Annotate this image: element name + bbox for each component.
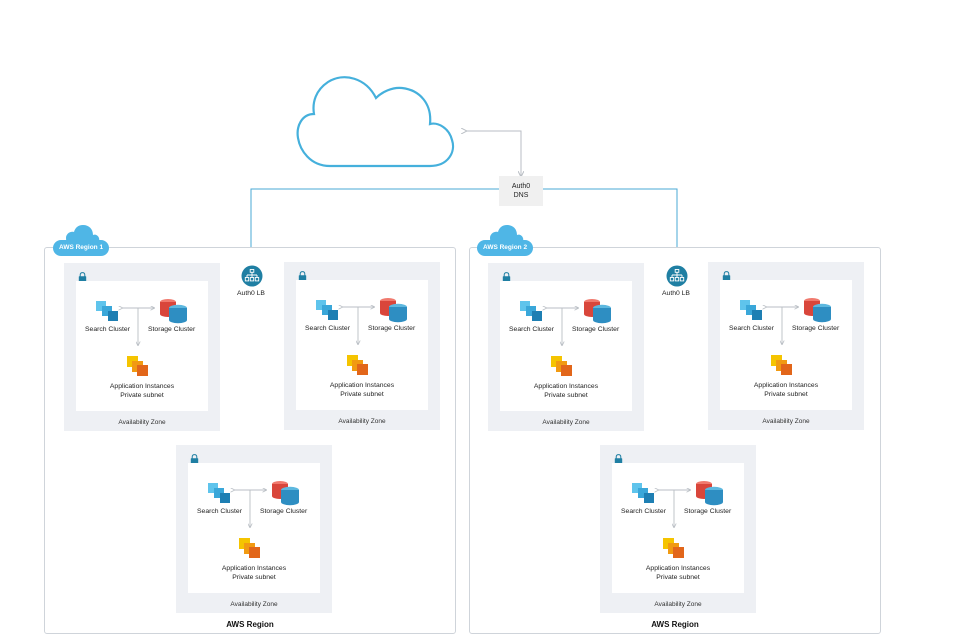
availability-zone: Search Cluster Storage Cluster Applicati… (284, 262, 440, 430)
application-instances-label: Application Instances (753, 382, 819, 389)
lb-label: Auth0 LB (237, 290, 265, 297)
availability-zone: Search Cluster Storage Cluster Applicati… (708, 262, 864, 430)
region-footer-label: AWS Region (651, 620, 699, 629)
lb-label: Auth0 LB (662, 290, 690, 297)
search-cluster-label: Search Cluster (197, 508, 242, 515)
private-subnet-panel: Search Cluster Storage Cluster Applicati… (612, 463, 744, 593)
dns-label-line2: DNS (513, 192, 529, 199)
search-cluster-icon (316, 300, 338, 320)
private-subnet-panel: Search Cluster Storage Cluster Applicati… (500, 281, 632, 411)
storage-cluster-icon (584, 299, 611, 324)
availability-zone: Search Cluster Storage Cluster Applicati… (176, 445, 332, 613)
availability-zone-label: Availability Zone (338, 418, 386, 425)
availability-zone: Search Cluster Storage Cluster Applicati… (64, 263, 220, 431)
storage-cluster-icon (160, 299, 187, 324)
search-cluster-icon (208, 483, 230, 503)
private-subnet-label: Private subnet (340, 391, 384, 398)
search-cluster-icon (740, 300, 762, 320)
private-subnet-label: Private subnet (544, 392, 588, 399)
search-cluster-label: Search Cluster (729, 325, 774, 332)
application-instances-label: Application Instances (109, 383, 175, 390)
search-cluster-icon (520, 301, 542, 321)
storage-cluster-icon (272, 481, 299, 506)
search-cluster-label: Search Cluster (305, 325, 350, 332)
availability-zone-label: Availability Zone (230, 601, 278, 608)
application-instances-label: Application Instances (533, 383, 599, 390)
private-subnet-label: Private subnet (764, 391, 808, 398)
search-cluster-label: Search Cluster (85, 326, 130, 333)
region-tag-label: AWS Region 1 (53, 240, 110, 256)
application-instances-icon (663, 538, 684, 558)
load-balancer-icon (666, 265, 688, 287)
private-subnet-label: Private subnet (656, 574, 700, 581)
application-instances-icon (771, 355, 792, 375)
private-subnet-panel: Search Cluster Storage Cluster Applicati… (188, 463, 320, 593)
region-tag-label: AWS Region 2 (477, 240, 534, 256)
availability-zone-label: Availability Zone (762, 418, 810, 425)
architecture-diagram: Auth0 DNS AWS Region AWS Region 1 Auth0 … (0, 0, 960, 641)
application-instances-label: Application Instances (221, 565, 287, 572)
availability-zone-label: Availability Zone (654, 601, 702, 608)
application-instances-label: Application Instances (329, 382, 395, 389)
load-balancer-icon (241, 265, 263, 287)
storage-cluster-icon (804, 298, 831, 323)
storage-cluster-label: Storage Cluster (792, 325, 840, 332)
auth0-dns-node: Auth0 DNS (499, 176, 543, 206)
region-footer-label: AWS Region (226, 620, 274, 629)
application-instances-icon (551, 356, 572, 376)
availability-zone-label: Availability Zone (542, 419, 590, 426)
storage-cluster-icon (696, 481, 723, 506)
storage-cluster-label: Storage Cluster (684, 508, 732, 515)
dns-label-line1: Auth0 (511, 183, 531, 190)
application-instances-icon (239, 538, 260, 558)
storage-cluster-label: Storage Cluster (148, 326, 196, 333)
private-subnet-panel: Search Cluster Storage Cluster Applicati… (720, 280, 852, 410)
application-instances-label: Application Instances (645, 565, 711, 572)
private-subnet-label: Private subnet (232, 574, 276, 581)
private-subnet-panel: Search Cluster Storage Cluster Applicati… (76, 281, 208, 411)
search-cluster-icon (632, 483, 654, 503)
availability-zone-label: Availability Zone (118, 419, 166, 426)
storage-cluster-label: Storage Cluster (260, 508, 308, 515)
private-subnet-label: Private subnet (120, 392, 164, 399)
storage-cluster-label: Storage Cluster (572, 326, 620, 333)
search-cluster-icon (96, 301, 118, 321)
storage-cluster-label: Storage Cluster (368, 325, 416, 332)
application-instances-icon (127, 356, 148, 376)
application-instances-icon (347, 355, 368, 375)
search-cluster-label: Search Cluster (509, 326, 554, 333)
storage-cluster-icon (380, 298, 407, 323)
internet-cloud-icon (296, 76, 455, 168)
private-subnet-panel: Search Cluster Storage Cluster Applicati… (296, 280, 428, 410)
search-cluster-label: Search Cluster (621, 508, 666, 515)
availability-zone: Search Cluster Storage Cluster Applicati… (488, 263, 644, 431)
availability-zone: Search Cluster Storage Cluster Applicati… (600, 445, 756, 613)
